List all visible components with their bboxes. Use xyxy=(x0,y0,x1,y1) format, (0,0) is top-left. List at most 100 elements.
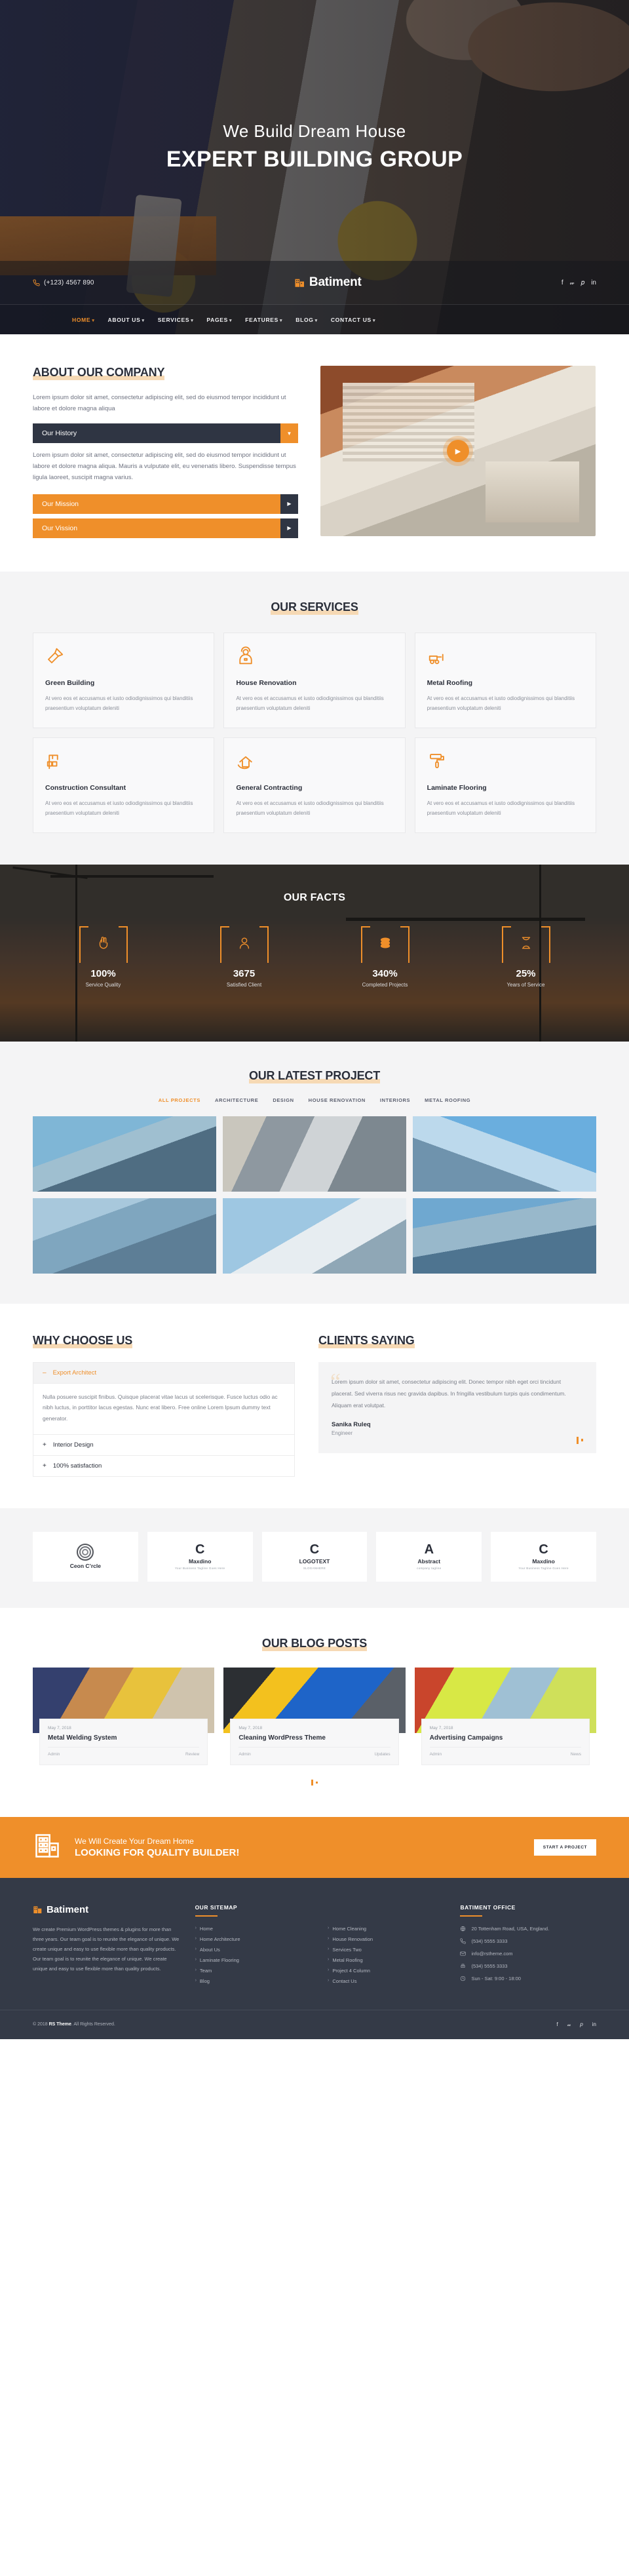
facebook-icon[interactable]: f xyxy=(557,2021,558,2028)
blog-card[interactable]: May 7, 2018 Metal Welding System Admin Revi… xyxy=(33,1667,215,1765)
chevron-down-icon[interactable]: ▼ xyxy=(280,423,298,444)
blog-post-title[interactable]: Advertising Campaigns xyxy=(430,1734,581,1742)
play-button[interactable]: ▶ xyxy=(447,440,469,462)
accordion-item-3[interactable]: Our Vission ▶ xyxy=(33,518,298,538)
why-toggle-item[interactable]: + Interior Design xyxy=(33,1434,295,1456)
why-toggle-header[interactable]: – Export Architect xyxy=(33,1363,294,1384)
nav-item-services[interactable]: SERVICES ▾ xyxy=(158,317,194,323)
twitter-icon[interactable]: 𝓌 xyxy=(570,279,575,286)
testimonial-pager[interactable] xyxy=(577,1436,583,1444)
service-card[interactable]: Construction Consultant At vero eos et ac… xyxy=(33,737,215,834)
project-thumbnail[interactable] xyxy=(223,1116,406,1192)
footer-link[interactable]: › House Renovation xyxy=(328,1936,446,1942)
project-filter[interactable]: DESIGN xyxy=(273,1097,294,1103)
footer-link[interactable]: › Contact Us xyxy=(328,1978,446,1984)
pager-dot[interactable] xyxy=(581,1439,583,1442)
why-toggle-item[interactable]: +100% satisfaction xyxy=(33,1455,295,1477)
why-toggle-item[interactable]: – Export Architect Nulla posuere suscipit … xyxy=(33,1362,295,1435)
nav-item-home[interactable]: HOME ▾ xyxy=(72,317,95,323)
twitter-icon[interactable]: 𝓌 xyxy=(567,2021,571,2028)
footer-link[interactable]: › Home Cleaning xyxy=(328,1926,446,1932)
why-testimonial-section: WHY CHOOSE US – Export Architect Nulla pos… xyxy=(0,1304,629,1508)
site-logo[interactable]: Batiment xyxy=(294,275,362,290)
linkedin-icon[interactable]: in xyxy=(592,2021,596,2028)
footer-link[interactable]: › Services Two xyxy=(328,1947,446,1953)
client-logo[interactable]: Ceon C’rcle xyxy=(33,1531,138,1582)
footer-link[interactable]: › About Us xyxy=(195,1947,313,1953)
fact-label: Years of Service xyxy=(506,982,545,988)
blog-category[interactable]: News xyxy=(571,1752,581,1757)
project-thumbnail[interactable] xyxy=(413,1116,596,1192)
person-icon xyxy=(239,937,249,949)
blog-card[interactable]: May 7, 2018 Advertising Campaigns Admin New… xyxy=(414,1667,596,1765)
fact-label: Service Quality xyxy=(85,982,121,988)
blog-author: Admin xyxy=(48,1751,60,1757)
clock-icon xyxy=(461,1976,466,1981)
accordion-item-1[interactable]: Our History ▼ xyxy=(33,423,298,444)
footer-link[interactable]: › Blog xyxy=(195,1978,313,1984)
service-title: General Contracting xyxy=(236,783,303,792)
service-card[interactable]: House Renovation At vero eos et accusamus… xyxy=(223,632,406,728)
pager-dot[interactable] xyxy=(316,1781,318,1784)
services-section: OUR SERVICES Green Building At vero eos e… xyxy=(0,571,629,865)
chevron-right-icon: › xyxy=(328,1978,330,1983)
why-toggle-header[interactable]: +100% satisfaction xyxy=(33,1456,294,1476)
service-card[interactable]: Laminate Flooring At vero eos et accusamu… xyxy=(414,737,596,834)
pinterest-icon[interactable]: 𝑝 xyxy=(581,279,585,286)
linkedin-icon[interactable]: in xyxy=(591,279,596,286)
footer-link[interactable]: › Laminate Flooring xyxy=(195,1957,313,1963)
service-card[interactable]: General Contracting At vero eos et accusa… xyxy=(223,737,406,834)
project-thumbnail[interactable] xyxy=(413,1198,596,1274)
pager-dot-active[interactable] xyxy=(311,1779,313,1786)
project-thumbnail[interactable] xyxy=(33,1198,216,1274)
project-filter[interactable]: ARCHITECTURE xyxy=(215,1097,258,1103)
fact-icon xyxy=(96,936,111,954)
project-filter[interactable]: METAL ROOFING xyxy=(425,1097,470,1103)
client-logo[interactable]: C Maxdino Your Business Tagline Goes Here xyxy=(491,1531,596,1582)
blog-category[interactable]: Review xyxy=(185,1752,199,1757)
footer-logo[interactable]: Batiment xyxy=(33,1904,181,1915)
start-project-button[interactable]: START A PROJECT xyxy=(533,1839,596,1856)
accordion-item-2[interactable]: Our Mission ▶ xyxy=(33,494,298,514)
blog-category[interactable]: Updates xyxy=(374,1752,390,1757)
nav-item-blog[interactable]: BLOG ▾ xyxy=(295,317,318,323)
nav-item-about-us[interactable]: ABOUT US ▾ xyxy=(108,317,145,323)
client-logo[interactable]: C LOGOTEXT SLOGANHERE xyxy=(261,1531,368,1582)
footer-link[interactable]: › Metal Roofing xyxy=(328,1957,446,1963)
blog-post-title[interactable]: Cleaning WordPress Theme xyxy=(238,1734,390,1742)
facebook-icon[interactable]: f xyxy=(562,279,563,286)
nav-item-pages[interactable]: PAGES ▾ xyxy=(206,317,232,323)
project-filter[interactable]: ALL PROJECTS xyxy=(159,1097,200,1103)
chevron-right-icon[interactable]: ▶ xyxy=(280,518,298,538)
sitemap-heading: OUR SITEMAP xyxy=(195,1903,238,1911)
client-logo[interactable]: A Abstract company tagline xyxy=(376,1531,482,1582)
rings-icon xyxy=(77,1544,94,1561)
blog-pager[interactable] xyxy=(33,1779,596,1786)
pinterest-icon[interactable]: 𝑝 xyxy=(580,2021,582,2028)
client-logo-name: LOGOTEXT xyxy=(299,1558,330,1565)
client-logo[interactable]: C Maxdino Your Business Tagline Goes Here xyxy=(147,1531,253,1582)
project-filter[interactable]: HOUSE RENOVATION xyxy=(309,1097,366,1103)
chevron-right-icon[interactable]: ▶ xyxy=(280,494,298,514)
project-thumbnail[interactable] xyxy=(223,1198,406,1274)
nav-item-features[interactable]: FEATURES ▾ xyxy=(245,317,282,323)
why-toggle-header[interactable]: + Interior Design xyxy=(33,1435,294,1455)
footer-link[interactable]: › Home xyxy=(195,1926,313,1932)
service-card[interactable]: Green Building At vero eos et accusamus e… xyxy=(33,632,215,728)
nav-item-contact-us[interactable]: CONTACT US ▾ xyxy=(331,317,375,323)
crane-icon xyxy=(47,754,58,770)
project-thumbnail[interactable] xyxy=(33,1116,216,1192)
project-filter[interactable]: INTERIORS xyxy=(380,1097,410,1103)
service-card[interactable]: Metal Roofing At vero eos et accusamus et… xyxy=(414,632,596,728)
copyright-suffix: . All Rights Reserved. xyxy=(71,2022,115,2027)
footer-link[interactable]: › Project 4 Column xyxy=(328,1968,446,1974)
blog-date: May 7, 2018 xyxy=(238,1725,263,1730)
blog-post-title[interactable]: Metal Welding System xyxy=(48,1734,199,1742)
services-title: OUR SERVICES xyxy=(271,600,358,615)
fact-frame xyxy=(219,926,269,964)
phone-number[interactable]: (+123) 4567 890 xyxy=(33,279,94,286)
pager-dot-active[interactable] xyxy=(577,1436,579,1444)
footer-link[interactable]: › Home Architecture xyxy=(195,1936,313,1942)
blog-card[interactable]: May 7, 2018 Cleaning WordPress Theme Admin… xyxy=(223,1667,406,1765)
footer-link[interactable]: › Team xyxy=(195,1968,313,1974)
